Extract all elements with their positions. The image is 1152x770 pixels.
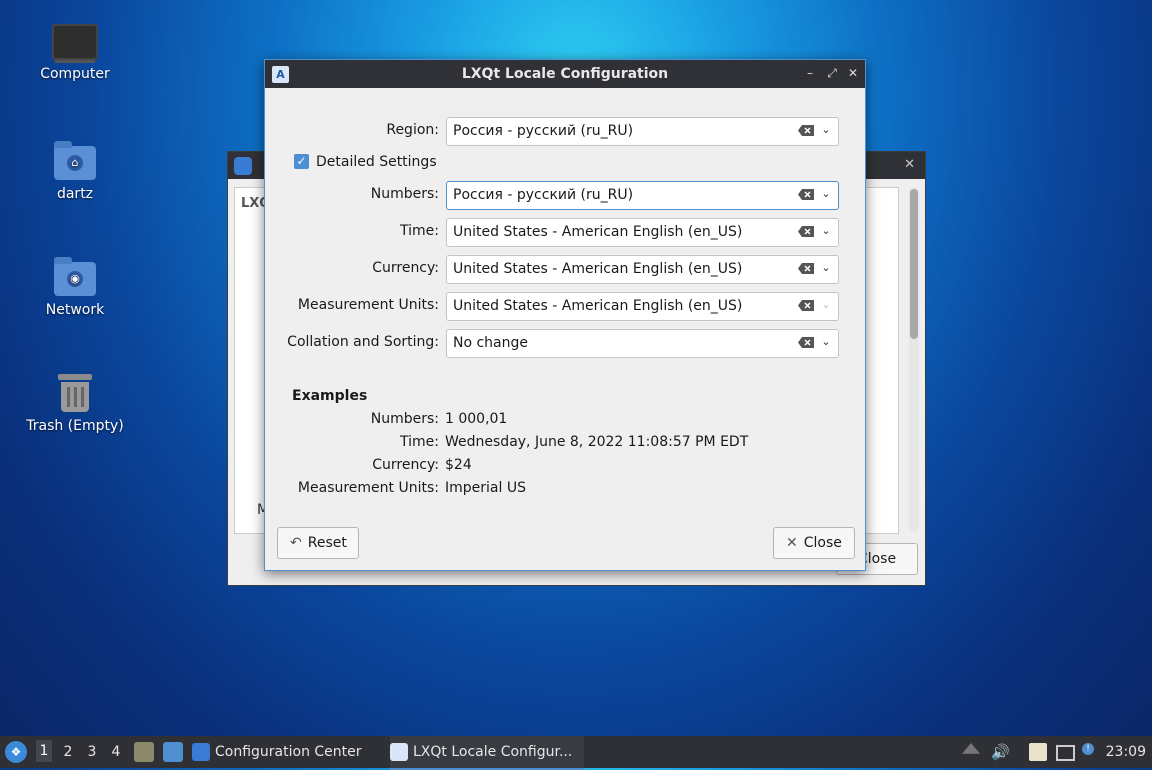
example-row: Currency: $24	[265, 457, 865, 477]
task-label: LXQt Locale Configur...	[413, 744, 573, 760]
numbers-value: Россия - русский (ru_RU)	[453, 187, 634, 203]
example-label: Time:	[400, 434, 439, 450]
home-folder-icon: ⌂	[54, 141, 96, 180]
close-button[interactable]: ✕ Close	[773, 527, 855, 559]
undo-icon: ↶	[290, 535, 302, 551]
clear-icon[interactable]	[798, 189, 814, 200]
task-label: Configuration Center	[215, 744, 362, 760]
example-label: Measurement Units:	[297, 480, 439, 496]
close-label: Close	[803, 535, 842, 551]
configuration-center-icon	[192, 743, 210, 761]
workspace-3[interactable]: 3	[84, 744, 100, 760]
reset-label: Reset	[307, 535, 347, 551]
scrollbar-thumb[interactable]	[910, 189, 918, 339]
time-row: Time: United States - American English (…	[265, 218, 865, 247]
dialog-titlebar: A LXQt Locale Configuration – ⤢ ✕	[265, 60, 865, 88]
close-icon[interactable]: ✕	[904, 157, 915, 172]
desktop-icon-label: dartz	[56, 186, 94, 202]
show-desktop-icon[interactable]	[163, 742, 183, 762]
chevron-down-icon[interactable]: ⌄	[820, 186, 832, 202]
volume-icon[interactable]: 🔊	[991, 743, 1010, 761]
application-menu-icon[interactable]: ❖	[5, 741, 27, 763]
locale-app-icon	[390, 743, 408, 761]
time-label: Time:	[400, 223, 439, 239]
locale-configuration-dialog: A LXQt Locale Configuration – ⤢ ✕ Region…	[264, 59, 866, 571]
task-configuration-center[interactable]: Configuration Center	[192, 736, 380, 768]
numbers-label: Numbers:	[370, 186, 439, 202]
task-locale-configuration[interactable]: LXQt Locale Configur...	[390, 736, 584, 770]
file-manager-launcher-icon[interactable]	[134, 742, 154, 762]
desktop-icon-label: Network	[45, 302, 105, 318]
clear-icon[interactable]	[798, 125, 814, 136]
region-label: Region:	[386, 122, 439, 138]
currency-row: Currency: United States - American Engli…	[265, 255, 865, 284]
dialog-title: LXQt Locale Configuration	[461, 66, 669, 82]
currency-value: United States - American English (en_US)	[453, 261, 743, 277]
chevron-down-icon[interactable]: ⌄	[820, 260, 832, 276]
computer-icon	[52, 24, 98, 60]
numbers-row: Numbers: Россия - русский (ru_RU) ⌄	[265, 181, 865, 210]
collation-label: Collation and Sorting:	[287, 334, 439, 350]
trash-icon	[58, 374, 92, 412]
example-label: Numbers:	[370, 411, 439, 427]
notification-icon[interactable]: !	[1082, 743, 1094, 755]
clear-icon[interactable]	[798, 300, 814, 311]
example-value: Imperial US	[445, 480, 526, 496]
region-value: Россия - русский (ru_RU)	[453, 123, 634, 139]
region-row: Region: Россия - русский (ru_RU) ⌄	[265, 117, 865, 146]
clipboard-icon[interactable]	[1029, 743, 1047, 761]
currency-combobox[interactable]: United States - American English (en_US)…	[446, 255, 839, 284]
measurement-units-combobox[interactable]: United States - American English (en_US)…	[446, 292, 839, 321]
close-icon[interactable]: ✕	[846, 65, 860, 81]
workspace-1[interactable]: 1	[36, 740, 52, 762]
desktop-icon-label: Trash (Empty)	[26, 418, 124, 434]
desktop-icon-label: Computer	[40, 66, 110, 82]
examples-heading: Examples	[292, 388, 368, 404]
example-value: Wednesday, June 8, 2022 11:08:57 PM EDT	[445, 434, 749, 450]
measurement-units-row: Measurement Units: United States - Ameri…	[265, 292, 865, 321]
example-value: $24	[445, 457, 472, 473]
chevron-down-icon[interactable]: ⌄	[820, 297, 832, 313]
minimize-icon[interactable]: –	[803, 65, 817, 81]
region-combobox[interactable]: Россия - русский (ru_RU) ⌄	[446, 117, 839, 146]
taskbar: ❖ 1 2 3 4 Configuration Center LXQt Loca…	[0, 736, 1152, 770]
desktop-icon-trash[interactable]: Trash (Empty)	[20, 374, 130, 434]
chevron-down-icon[interactable]: ⌄	[820, 334, 832, 350]
workspace-2[interactable]: 2	[60, 744, 76, 760]
eject-icon[interactable]	[962, 743, 980, 754]
clear-icon[interactable]	[798, 263, 814, 274]
example-row: Measurement Units: Imperial US	[265, 480, 865, 500]
reset-button[interactable]: ↶ Reset	[277, 527, 359, 559]
clear-icon[interactable]	[798, 226, 814, 237]
currency-label: Currency:	[372, 260, 439, 276]
detailed-settings-label: Detailed Settings	[316, 154, 437, 170]
collation-row: Collation and Sorting: No change ⌄	[265, 329, 865, 358]
time-combobox[interactable]: United States - American English (en_US)…	[446, 218, 839, 247]
scrollbar[interactable]	[909, 187, 919, 532]
example-row: Numbers: 1 000,01	[265, 411, 865, 431]
clear-icon[interactable]	[798, 337, 814, 348]
example-row: Time: Wednesday, June 8, 2022 11:08:57 P…	[265, 434, 865, 454]
configuration-center-icon	[234, 157, 252, 175]
chevron-down-icon[interactable]: ⌄	[820, 223, 832, 239]
collation-value: No change	[453, 335, 529, 351]
collation-combobox[interactable]: No change ⌄	[446, 329, 839, 358]
measurement-units-label: Measurement Units:	[297, 297, 439, 313]
desktop-icon-computer[interactable]: Computer	[20, 24, 130, 82]
example-value: 1 000,01	[445, 411, 508, 427]
detailed-settings-checkbox[interactable]: ✓	[294, 154, 309, 169]
network-folder-icon: ◉	[54, 257, 96, 296]
workspace-4[interactable]: 4	[108, 744, 124, 760]
numbers-combobox[interactable]: Россия - русский (ru_RU) ⌄	[446, 181, 839, 210]
clock[interactable]: 23:09	[1106, 744, 1146, 760]
measurement-units-value: United States - American English (en_US)	[453, 298, 743, 314]
desktop-icon-home[interactable]: ⌂ dartz	[20, 141, 130, 202]
time-value: United States - American English (en_US)	[453, 224, 743, 240]
network-icon[interactable]	[1056, 745, 1075, 761]
chevron-down-icon[interactable]: ⌄	[820, 122, 832, 138]
example-label: Currency:	[372, 457, 439, 473]
desktop-icon-network[interactable]: ◉ Network	[20, 257, 130, 318]
maximize-icon[interactable]: ⤢	[825, 65, 839, 81]
close-icon: ✕	[786, 535, 798, 551]
